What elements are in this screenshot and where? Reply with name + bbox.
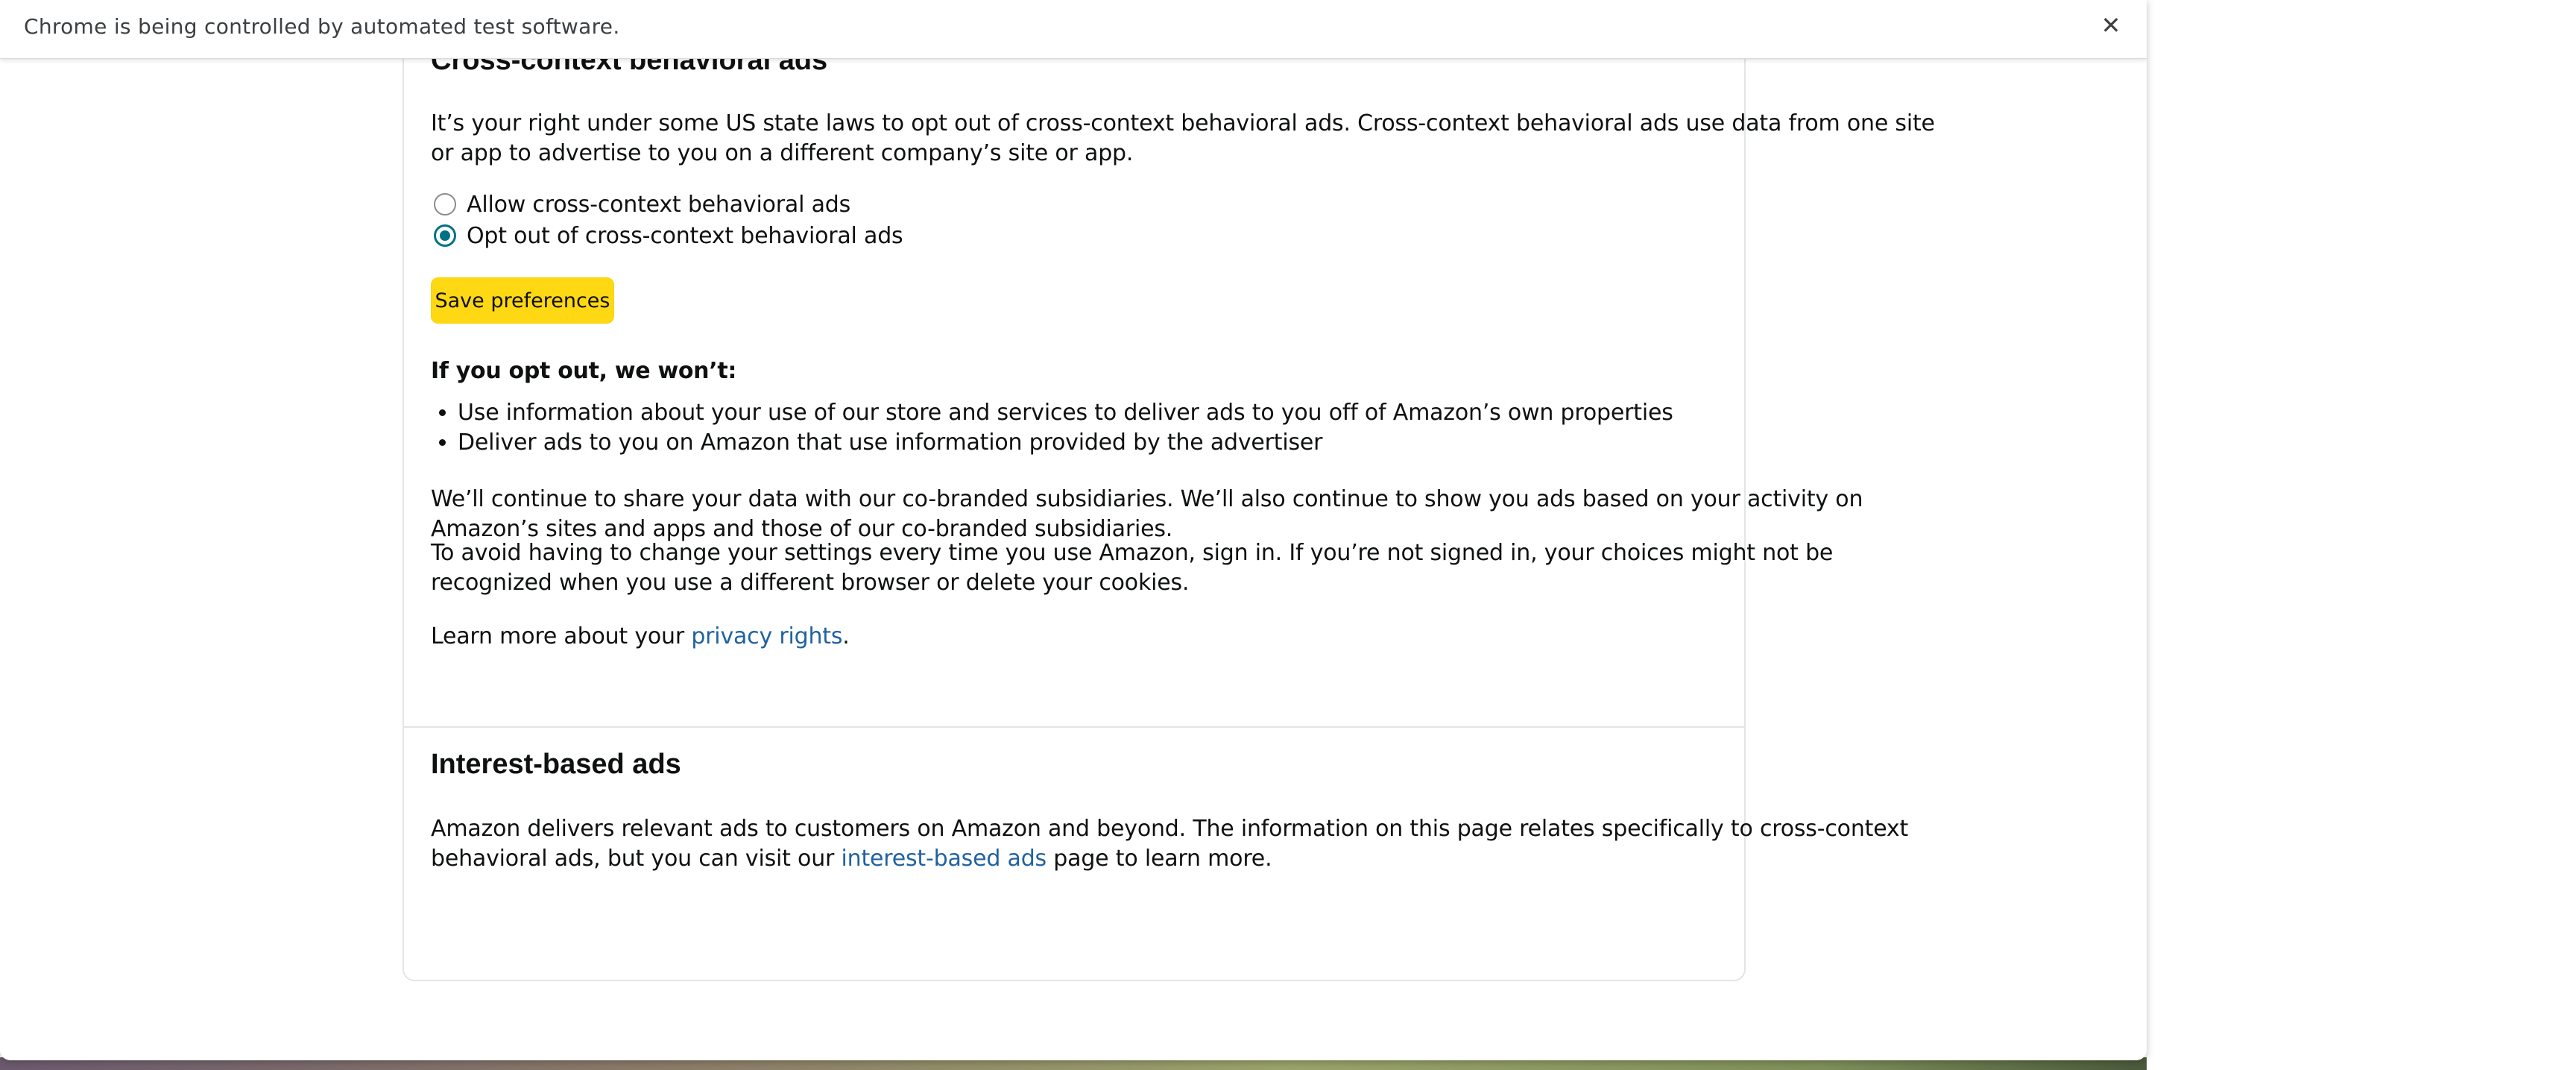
radio-opt-out-label[interactable]: Opt out of cross-context behavioral ads [467, 223, 903, 249]
interest-based-suffix: page to learn more. [1046, 846, 1272, 872]
radio-allow[interactable] [434, 193, 456, 215]
browser-window: Chrome is being controlled by automated … [0, 0, 2147, 1060]
opt-out-wont-list: Use information about your use of our st… [431, 398, 1673, 458]
list-item: Deliver ads to you on Amazon that use in… [458, 428, 1673, 458]
radio-allow-label[interactable]: Allow cross-context behavioral ads [467, 192, 850, 218]
privacy-rights-link[interactable]: privacy rights [691, 623, 842, 649]
cross-context-intro-line2: or app to advertise to you on a differen… [431, 140, 1134, 166]
interest-based-heading: Interest-based ads [431, 749, 681, 780]
avoid-change-line2: recognized when you use a different brow… [431, 570, 1190, 596]
interest-based-prefix: behavioral ads, but you can visit our [431, 846, 842, 872]
infobar-message: Chrome is being controlled by automated … [24, 14, 620, 39]
interest-based-line2: behavioral ads, but you can visit our in… [431, 844, 1272, 874]
cross-context-intro-line1: It’s your right under some US state laws… [431, 110, 1935, 136]
save-preferences-button[interactable]: Save preferences [431, 277, 614, 324]
page-content: Cross-context behavioral ads It’s your r… [0, 43, 2147, 1060]
radio-opt-out-option[interactable]: Opt out of cross-context behavioral ads [434, 221, 903, 251]
learn-more-suffix: . [842, 623, 850, 649]
radio-opt-out[interactable] [434, 224, 456, 247]
desktop-background [2147, 0, 2576, 1070]
radio-allow-option[interactable]: Allow cross-context behavioral ads [434, 189, 850, 219]
opt-out-wont-heading: If you opt out, we won’t: [431, 358, 737, 384]
section-divider [402, 726, 1744, 728]
learn-more-prefix: Learn more about your [431, 623, 692, 649]
automation-infobar: Chrome is being controlled by automated … [0, 0, 2147, 59]
interest-based-line1: Amazon delivers relevant ads to customer… [431, 816, 1909, 842]
avoid-change-text1: To avoid having to change your settings … [431, 540, 1834, 566]
learn-more-line: Learn more about your privacy rights. [431, 622, 850, 652]
interest-based-ads-link[interactable]: interest-based ads [842, 846, 1047, 872]
continue-share-line1: We’ll continue to share your data with o… [431, 486, 1863, 512]
list-item: Use information about your use of our st… [458, 398, 1673, 428]
close-icon[interactable]: ✕ [2096, 10, 2126, 40]
avoid-change-line1: To avoid having to change your settings … [431, 538, 1833, 568]
